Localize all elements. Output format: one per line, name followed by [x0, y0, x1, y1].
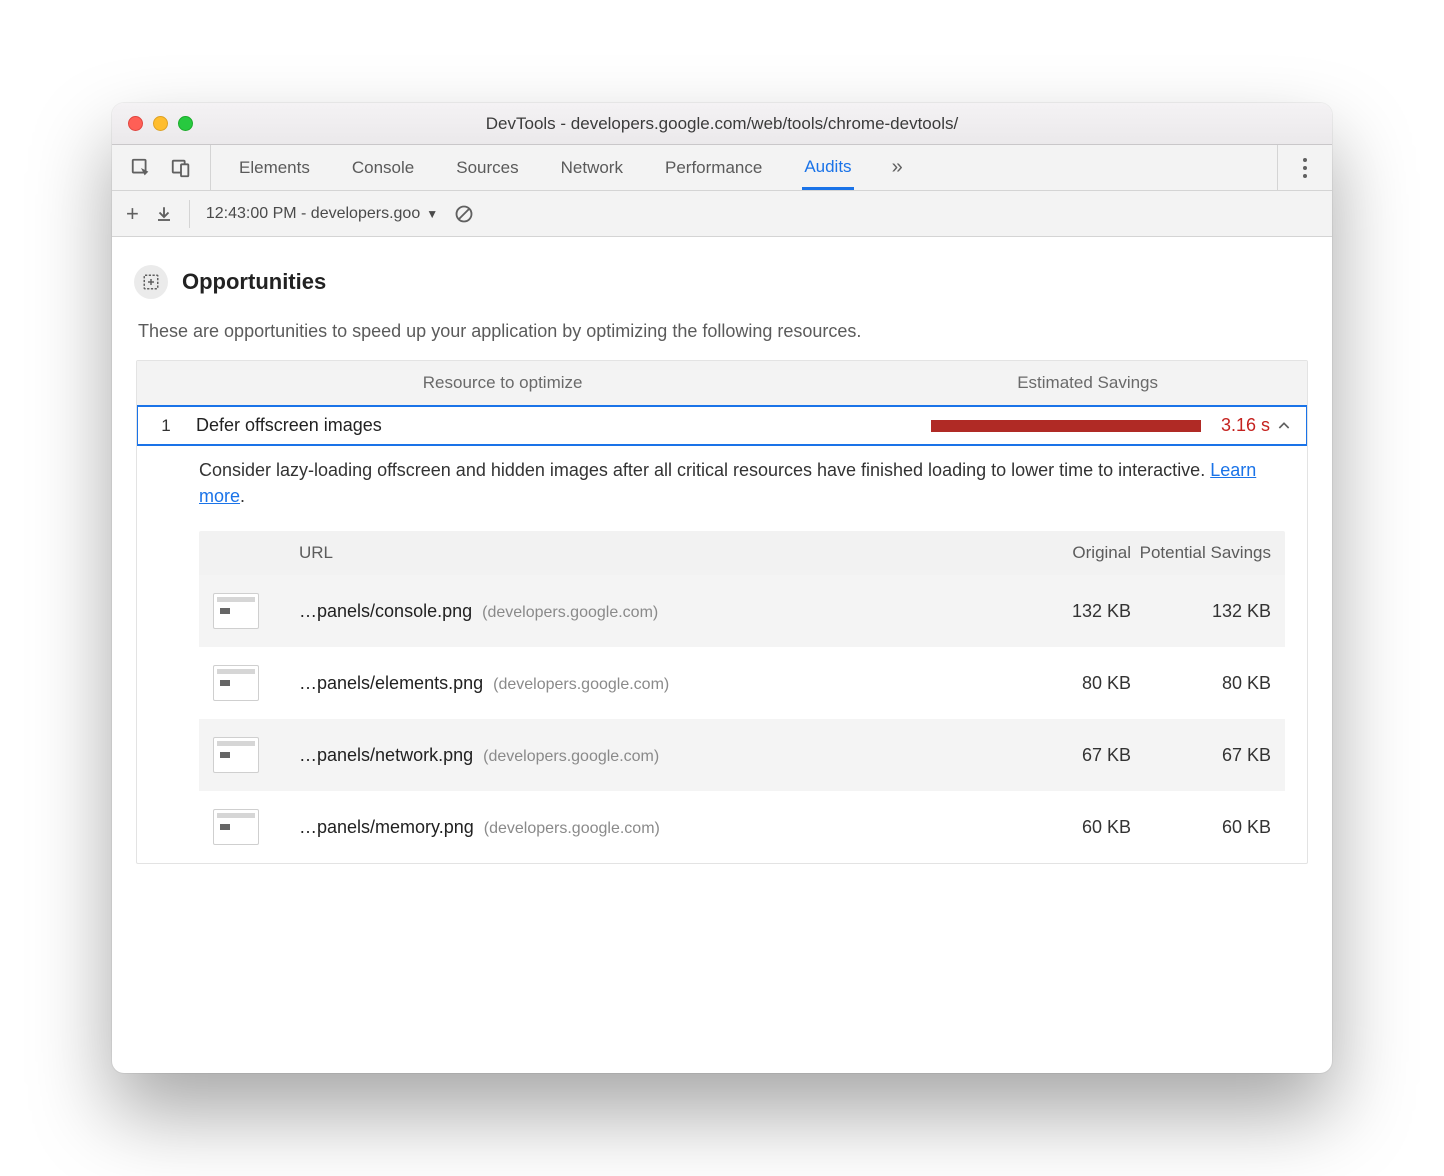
download-report-icon[interactable] — [155, 205, 173, 223]
tab-elements[interactable]: Elements — [237, 147, 312, 188]
col-savings-header: Estimated Savings — [868, 361, 1307, 405]
resource-row[interactable]: …panels/elements.png (developers.google.c… — [199, 647, 1285, 719]
traffic-lights — [112, 116, 193, 131]
resource-original-size: 80 KB — [1001, 673, 1131, 694]
resource-url-host: (developers.google.com) — [484, 820, 660, 838]
opportunity-name: Defer offscreen images — [184, 415, 931, 436]
opportunity-description: Consider lazy-loading offscreen and hidd… — [137, 445, 1307, 513]
resource-thumbnail — [213, 809, 259, 845]
savings-value: 3.16 s — [1221, 415, 1270, 436]
zoom-window-button[interactable] — [178, 116, 193, 131]
new-audit-icon[interactable]: + — [126, 201, 139, 227]
tab-network[interactable]: Network — [559, 147, 625, 188]
minimize-window-button[interactable] — [153, 116, 168, 131]
resource-thumbnail — [213, 665, 259, 701]
kebab-menu-icon[interactable] — [1302, 157, 1308, 179]
resource-potential-savings: 80 KB — [1131, 673, 1271, 694]
panel-tabs: Elements Console Sources Network Perform… — [211, 145, 1277, 190]
col-potential-savings-header: Potential Savings — [1131, 543, 1271, 563]
col-resource-header: Resource to optimize — [137, 361, 868, 405]
resource-table: URL Original Potential Savings …panels/c… — [199, 531, 1285, 863]
resource-potential-savings: 132 KB — [1131, 601, 1271, 622]
opportunity-index: 1 — [148, 416, 184, 436]
audits-toolbar: + 12:43:00 PM - developers.goo ▼ — [112, 191, 1332, 237]
close-window-button[interactable] — [128, 116, 143, 131]
resource-url-host: (developers.google.com) — [493, 676, 669, 694]
resource-original-size: 132 KB — [1001, 601, 1131, 622]
resource-table-header: URL Original Potential Savings — [199, 531, 1285, 575]
audit-select-label: 12:43:00 PM - developers.goo — [206, 205, 420, 223]
resource-original-size: 60 KB — [1001, 817, 1131, 838]
more-tabs-icon[interactable]: » — [892, 156, 903, 179]
chevron-up-icon[interactable] — [1276, 418, 1292, 434]
window-title: DevTools - developers.google.com/web/too… — [112, 114, 1332, 134]
titlebar: DevTools - developers.google.com/web/too… — [112, 103, 1332, 145]
section-heading: Opportunities — [134, 265, 1310, 299]
col-original-header: Original — [1001, 543, 1131, 563]
resource-potential-savings: 67 KB — [1131, 745, 1271, 766]
resource-original-size: 67 KB — [1001, 745, 1131, 766]
clear-audit-icon[interactable] — [454, 204, 474, 224]
panel-tabbar: Elements Console Sources Network Perform… — [112, 145, 1332, 191]
col-url-header: URL — [271, 543, 1001, 563]
separator — [189, 200, 190, 228]
inspect-element-icon[interactable] — [130, 157, 152, 179]
savings-bar — [931, 420, 1201, 432]
audits-content: Opportunities These are opportunities to… — [112, 237, 1332, 1073]
tab-sources[interactable]: Sources — [454, 147, 520, 188]
tab-audits[interactable]: Audits — [802, 146, 853, 190]
device-toolbar-icon[interactable] — [170, 157, 192, 179]
opportunities-icon — [134, 265, 168, 299]
inspect-toolbar — [112, 145, 211, 190]
resource-row[interactable]: …panels/console.png (developers.google.co… — [199, 575, 1285, 647]
resource-url-path: …panels/console.png — [299, 601, 472, 622]
devtools-window: DevTools - developers.google.com/web/too… — [112, 103, 1332, 1073]
opportunity-desc-text: Consider lazy-loading offscreen and hidd… — [199, 460, 1210, 480]
opportunity-row[interactable]: 1 Defer offscreen images 3.16 s — [136, 405, 1308, 446]
resource-thumbnail — [213, 593, 259, 629]
opportunities-card: Resource to optimize Estimated Savings 1… — [136, 360, 1308, 864]
resource-row[interactable]: …panels/memory.png (developers.google.com… — [199, 791, 1285, 863]
resource-url-path: …panels/memory.png — [299, 817, 474, 838]
resource-url-path: …panels/network.png — [299, 745, 473, 766]
resource-url-path: …panels/elements.png — [299, 673, 483, 694]
resource-url-host: (developers.google.com) — [482, 604, 658, 622]
audit-select-dropdown[interactable]: 12:43:00 PM - developers.goo ▼ — [206, 205, 438, 223]
resource-url-host: (developers.google.com) — [483, 748, 659, 766]
resource-potential-savings: 60 KB — [1131, 817, 1271, 838]
section-title: Opportunities — [182, 269, 326, 295]
section-description: These are opportunities to speed up your… — [138, 321, 1310, 342]
chevron-down-icon: ▼ — [426, 207, 438, 221]
opportunities-header: Resource to optimize Estimated Savings — [137, 361, 1307, 406]
tab-performance[interactable]: Performance — [663, 147, 764, 188]
resource-row[interactable]: …panels/network.png (developers.google.co… — [199, 719, 1285, 791]
tab-console[interactable]: Console — [350, 147, 416, 188]
resource-thumbnail — [213, 737, 259, 773]
